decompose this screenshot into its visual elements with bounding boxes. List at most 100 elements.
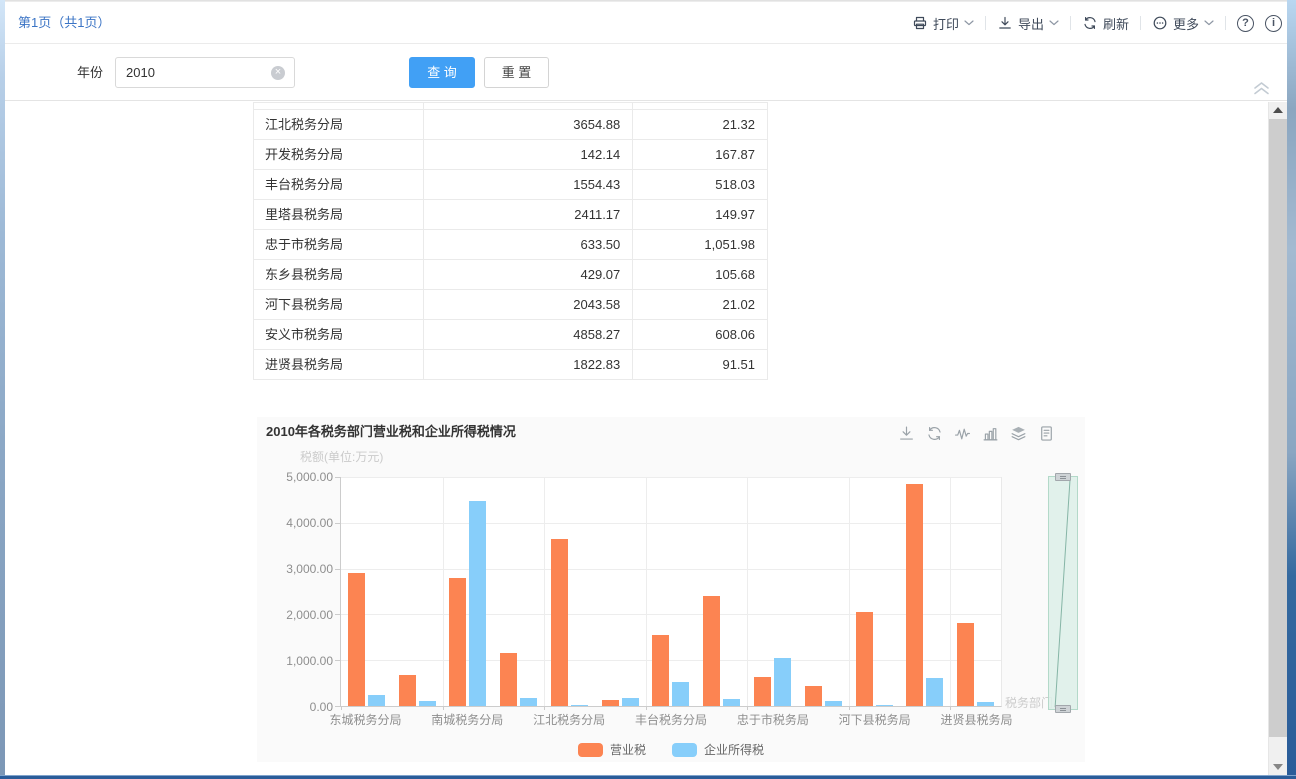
- table-cell-value: 1822.83: [424, 350, 634, 380]
- bar-corporate-income-tax[interactable]: [672, 682, 689, 706]
- table-cell-bureau: 忠于市税务局: [254, 230, 424, 260]
- table-row: 江北税务分局3654.8821.32: [254, 110, 768, 140]
- table-cell-bureau: 江北税务分局: [254, 110, 424, 140]
- bar-corporate-income-tax[interactable]: [419, 701, 436, 706]
- table-cell-value: 4858.27: [424, 320, 634, 350]
- table-row: 河下县税务局2043.5821.02: [254, 290, 768, 320]
- refresh-icon: [1082, 15, 1098, 31]
- top-toolbar: 第1页（共1页） 打印 导出: [5, 2, 1287, 44]
- chart-layers-icon[interactable]: [1010, 425, 1027, 442]
- y-axis-tick-label: 5,000.00: [286, 470, 333, 484]
- bar-corporate-income-tax[interactable]: [622, 698, 639, 706]
- download-icon: [997, 15, 1013, 31]
- table-row: 进贤县税务局1822.8391.51: [254, 350, 768, 380]
- table-cell-bureau: 开发税务分局: [254, 140, 424, 170]
- toolbar-divider: [1225, 16, 1226, 30]
- y-axis-name: 税额(单位:万元): [300, 448, 383, 465]
- more-button[interactable]: 更多: [1152, 14, 1214, 33]
- bar-business-tax[interactable]: [754, 677, 771, 706]
- table-cell-value: 105.68: [633, 260, 768, 290]
- legend-swatch-icon: [578, 743, 603, 757]
- bar-corporate-income-tax[interactable]: [571, 705, 588, 706]
- bar-corporate-income-tax[interactable]: [520, 698, 537, 706]
- bar-business-tax[interactable]: [906, 484, 923, 707]
- bar-corporate-income-tax[interactable]: [876, 705, 893, 706]
- bar-group: [595, 477, 646, 706]
- legend-item[interactable]: 营业税: [578, 741, 646, 758]
- bar-business-tax[interactable]: [957, 623, 974, 706]
- x-axis-tick: [341, 706, 342, 710]
- query-panel: 年份 查 询 重 置: [5, 44, 1287, 101]
- x-axis-tick: [646, 706, 647, 710]
- data-zoom-handle-top[interactable]: [1055, 473, 1071, 481]
- app-window: 第1页（共1页） 打印 导出: [0, 0, 1296, 779]
- bar-business-tax[interactable]: [703, 596, 720, 706]
- bar-business-tax[interactable]: [652, 635, 669, 706]
- data-zoom-handle-bottom[interactable]: [1055, 705, 1071, 713]
- chart-legend: 营业税 企业所得税: [257, 741, 1085, 758]
- x-axis-tick: [544, 706, 545, 710]
- chart-refresh-icon[interactable]: [926, 425, 943, 442]
- bar-business-tax[interactable]: [805, 686, 822, 706]
- clear-input-icon[interactable]: [271, 66, 285, 80]
- chart-bar-view-icon[interactable]: [982, 425, 999, 442]
- export-button[interactable]: 导出: [997, 14, 1059, 33]
- y-axis-tick: [335, 706, 340, 707]
- bar-corporate-income-tax[interactable]: [926, 678, 943, 706]
- vertical-scrollbar[interactable]: [1268, 102, 1287, 775]
- export-label: 导出: [1018, 14, 1044, 33]
- chart-data-view-icon[interactable]: [1038, 425, 1055, 442]
- table-cell-value: 3654.88: [424, 110, 634, 140]
- scrollbar-thumb[interactable]: [1269, 119, 1287, 737]
- table-row: 里塔县税务局2411.17149.97: [254, 200, 768, 230]
- window-border-top: [0, 0, 1296, 2]
- arrow-down-icon: [1273, 764, 1283, 770]
- chart-line-view-icon[interactable]: [954, 425, 971, 442]
- bar-business-tax[interactable]: [399, 675, 416, 706]
- scroll-down-button[interactable]: [1269, 758, 1287, 775]
- bar-corporate-income-tax[interactable]: [723, 699, 740, 706]
- bar-business-tax[interactable]: [856, 612, 873, 706]
- print-button[interactable]: 打印: [912, 14, 974, 33]
- table-row: 开发税务分局142.14167.87: [254, 140, 768, 170]
- table-cell-bureau: 安义市税务局: [254, 320, 424, 350]
- refresh-button[interactable]: 刷新: [1082, 14, 1129, 33]
- collapse-panel-icon[interactable]: [1252, 80, 1271, 95]
- table-cell-value: 21.02: [633, 290, 768, 320]
- bar-corporate-income-tax[interactable]: [368, 695, 385, 706]
- bar-group: [950, 477, 1001, 706]
- chart-toolbar: [898, 425, 1055, 442]
- bar-business-tax[interactable]: [348, 573, 365, 706]
- data-zoom-slider[interactable]: [1048, 476, 1078, 710]
- help-icon[interactable]: ?: [1237, 15, 1254, 32]
- year-input[interactable]: [115, 57, 295, 88]
- bar-business-tax[interactable]: [500, 653, 517, 706]
- bar-business-tax[interactable]: [551, 539, 568, 706]
- x-axis-tick: [849, 706, 850, 710]
- bar-corporate-income-tax[interactable]: [825, 701, 842, 706]
- y-axis-tick-label: 4,000.00: [286, 516, 333, 530]
- y-axis-tick: [335, 569, 340, 570]
- bar-corporate-income-tax[interactable]: [469, 501, 486, 706]
- scroll-up-button[interactable]: [1269, 102, 1287, 119]
- bar-business-tax[interactable]: [449, 578, 466, 706]
- table-cell-bureau: 进贤县税务局: [254, 350, 424, 380]
- table-cell-value: 429.07: [424, 260, 634, 290]
- y-axis-tick: [335, 614, 340, 615]
- toolbar-divider: [985, 16, 986, 30]
- x-axis-label: 东城税务分局: [329, 711, 401, 728]
- info-icon[interactable]: i: [1265, 15, 1282, 32]
- chevron-down-icon: [1049, 20, 1059, 26]
- chart-download-icon[interactable]: [898, 425, 915, 442]
- bar-business-tax[interactable]: [602, 700, 619, 707]
- search-button[interactable]: 查 询: [409, 57, 475, 88]
- bar-corporate-income-tax[interactable]: [977, 702, 994, 706]
- x-axis-name: 税务部门: [1005, 694, 1053, 711]
- x-axis-label: 忠于市税务局: [737, 711, 809, 728]
- bar-corporate-income-tax[interactable]: [774, 658, 791, 706]
- table-cell-bureau: 里塔县税务局: [254, 200, 424, 230]
- legend-item[interactable]: 企业所得税: [672, 741, 764, 758]
- table-row-clipped: [254, 103, 768, 110]
- x-axis: 东城税务分局南城税务分局江北税务分局丰台税务分局忠于市税务局河下县税务局进贤县税…: [340, 711, 1002, 727]
- reset-button[interactable]: 重 置: [484, 57, 549, 88]
